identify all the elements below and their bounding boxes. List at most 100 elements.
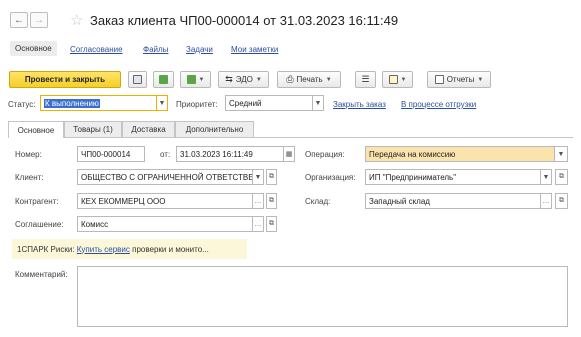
print-label: Печать xyxy=(296,75,323,84)
section-tasks[interactable]: Задачи xyxy=(186,45,213,54)
warehouse-select-button[interactable]: … xyxy=(541,193,552,209)
agreement-open-button[interactable]: ⧉ xyxy=(266,216,277,232)
chevron-down-icon: ▼ xyxy=(477,76,484,83)
agreement-select-button[interactable]: … xyxy=(253,216,264,232)
tab-additional[interactable]: Дополнительно xyxy=(175,121,254,137)
client-value: ОБЩЕСТВО С ОГРАНИЧЕННОЙ ОТВЕТСТВЕННОСТЬЮ xyxy=(81,172,252,182)
tab-main[interactable]: Основное xyxy=(8,121,64,138)
organization-value: ИП "Предприниматель" xyxy=(369,172,457,182)
date-label: от: xyxy=(160,150,171,159)
contractor-open-button[interactable]: ⧉ xyxy=(266,193,277,209)
comment-label: Комментарий: xyxy=(15,270,68,279)
chevron-down-icon: ▼ xyxy=(198,76,205,83)
post-doc-icon xyxy=(159,75,168,84)
client-dropdown-button[interactable]: ▼ xyxy=(253,169,264,185)
agreement-label: Соглашение: xyxy=(15,220,64,229)
chevron-down-icon: ▼ xyxy=(542,173,550,181)
chevron-down-icon: ▼ xyxy=(557,150,565,158)
shipping-status-link[interactable]: В процессе отгрузки xyxy=(401,100,476,109)
chevron-down-icon: ▼ xyxy=(400,76,407,83)
close-order-link[interactable]: Закрыть заказ xyxy=(333,100,386,109)
forward-button[interactable]: → xyxy=(30,12,48,28)
section-files[interactable]: Файлы xyxy=(143,45,168,54)
open-link-icon: ⧉ xyxy=(269,220,274,227)
priority-select[interactable]: Средний xyxy=(225,95,313,111)
ellipsis-icon: … xyxy=(254,220,262,228)
operation-dropdown-button[interactable]: ▼ xyxy=(555,146,568,162)
spark-risks-bar: 1СПАРК Риски: Купить сервис проверки и м… xyxy=(12,239,247,259)
open-link-icon: ⧉ xyxy=(269,197,274,204)
reports-button[interactable]: Отчеты ▼ xyxy=(427,71,491,88)
list-icon: ☰ xyxy=(361,74,370,84)
ellipsis-icon: … xyxy=(542,197,550,205)
calendar-button[interactable]: ▦ xyxy=(284,146,295,162)
open-link-icon: ⧉ xyxy=(269,173,274,180)
agreement-value: Комисс xyxy=(81,219,109,229)
agreement-field[interactable]: Комисс xyxy=(77,216,253,232)
warehouse-value: Западный склад xyxy=(369,196,430,206)
calendar-icon: ▦ xyxy=(285,151,293,158)
chevron-down-icon: ▼ xyxy=(255,76,262,83)
ellipsis-icon: … xyxy=(254,197,262,205)
open-link-icon: ⧉ xyxy=(559,197,564,204)
attachments-button[interactable]: ▼ xyxy=(382,71,413,88)
open-link-icon: ⧉ xyxy=(559,173,564,180)
create-based-on-button[interactable]: ▼ xyxy=(180,71,211,88)
organization-dropdown-button[interactable]: ▼ xyxy=(541,169,552,185)
printer-icon: ⎙ xyxy=(286,74,294,84)
save-button[interactable] xyxy=(128,71,147,88)
create-based-icon xyxy=(186,75,196,84)
tab-goods[interactable]: Товары (1) xyxy=(64,121,122,137)
favorite-star-icon[interactable]: ☆ xyxy=(70,11,83,29)
date-field[interactable]: 31.03.2023 16:11:49 xyxy=(176,146,284,162)
comment-textarea[interactable] xyxy=(77,266,568,327)
spark-buy-link[interactable]: Купить сервис xyxy=(77,245,130,254)
chevron-down-icon: ▼ xyxy=(158,99,166,107)
priority-label: Приоритет: xyxy=(176,100,218,109)
number-field[interactable]: ЧП00-000014 xyxy=(77,146,145,162)
status-label: Статус: xyxy=(8,100,36,109)
post-and-close-button[interactable]: Провести и закрыть xyxy=(9,71,121,88)
contractor-select-button[interactable]: … xyxy=(253,193,264,209)
client-open-button[interactable]: ⧉ xyxy=(266,169,277,185)
organization-field[interactable]: ИП "Предприниматель" xyxy=(365,169,541,185)
status-value: К выполнению xyxy=(44,98,100,108)
post-button[interactable] xyxy=(153,71,174,88)
organization-label: Организация: xyxy=(305,173,356,182)
operation-label: Операция: xyxy=(305,150,345,159)
number-value: ЧП00-000014 xyxy=(81,149,131,159)
organization-open-button[interactable]: ⧉ xyxy=(555,169,568,185)
client-label: Клиент: xyxy=(15,173,44,182)
tab-delivery[interactable]: Доставка xyxy=(122,121,175,137)
date-value: 31.03.2023 16:11:49 xyxy=(180,149,253,159)
chevron-down-icon: ▼ xyxy=(254,173,262,181)
spark-prefix: 1СПАРК Риски: xyxy=(17,244,75,254)
edo-button[interactable]: ⇆ ЭДО ▼ xyxy=(218,71,269,88)
contractor-label: Контрагент: xyxy=(15,197,59,206)
edo-icon: ⇆ xyxy=(225,74,233,84)
priority-dropdown-button[interactable]: ▼ xyxy=(313,95,324,111)
arrow-left-icon: ← xyxy=(14,14,24,26)
tabs-divider xyxy=(8,137,573,138)
section-approval[interactable]: Согласование xyxy=(70,45,123,54)
section-notes[interactable]: Мои заметки xyxy=(231,45,278,54)
document-icon xyxy=(388,75,398,84)
status-dropdown-button[interactable]: ▼ xyxy=(157,95,168,111)
list-report-button[interactable]: ☰ xyxy=(355,71,376,88)
warehouse-open-button[interactable]: ⧉ xyxy=(555,193,568,209)
contractor-field[interactable]: КЕХ ЕКОММЕРЦ ООО xyxy=(77,193,253,209)
operation-value: Передача на комиссию xyxy=(369,149,456,159)
arrow-right-icon: → xyxy=(34,14,44,26)
edo-label: ЭДО xyxy=(235,75,253,84)
operation-select[interactable]: Передача на комиссию xyxy=(365,146,555,162)
number-label: Номер: xyxy=(15,150,42,159)
print-button[interactable]: ⎙ Печать ▼ xyxy=(277,71,341,88)
report-icon xyxy=(434,75,444,84)
warehouse-field[interactable]: Западный склад xyxy=(365,193,541,209)
client-field[interactable]: ОБЩЕСТВО С ОГРАНИЧЕННОЙ ОТВЕТСТВЕННОСТЬЮ xyxy=(77,169,253,185)
section-main[interactable]: Основное xyxy=(10,41,57,56)
back-button[interactable]: ← xyxy=(10,12,28,28)
warehouse-label: Склад: xyxy=(305,197,331,206)
status-select[interactable]: К выполнению xyxy=(40,95,157,111)
chevron-down-icon: ▼ xyxy=(325,76,332,83)
